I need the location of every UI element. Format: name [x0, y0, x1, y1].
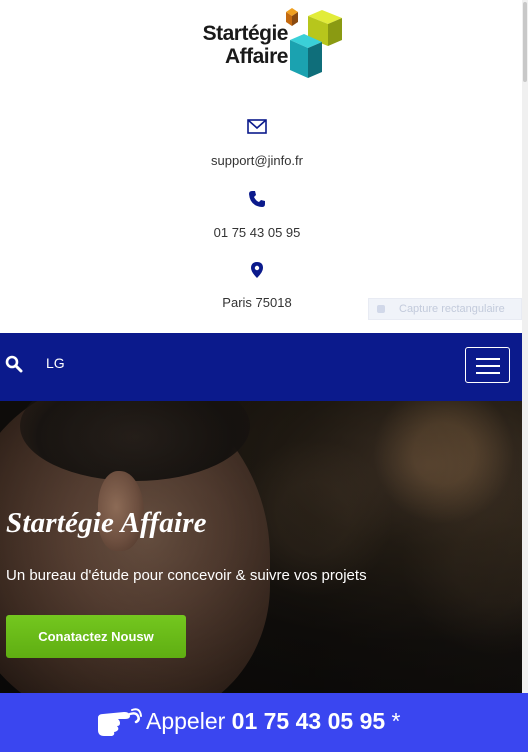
phone-icon: [0, 190, 514, 213]
navbar: LG: [0, 333, 522, 401]
scrollbar-thumb[interactable]: [523, 2, 527, 82]
contact-phone[interactable]: 01 75 43 05 95: [0, 225, 514, 240]
cubes-logo-icon: [286, 8, 342, 78]
hero-title: Startégie Affaire: [6, 507, 207, 539]
language-switcher[interactable]: LG: [46, 355, 65, 371]
call-number[interactable]: 01 75 43 05 95: [232, 708, 385, 734]
logo-line-2: Affaire: [224, 45, 289, 68]
capture-icon: [377, 305, 385, 313]
logo-line-1: Startégie: [202, 22, 289, 45]
hamburger-line: [476, 372, 500, 374]
site-logo[interactable]: Startégie Affaire: [196, 6, 346, 84]
logo-text: Startégie Affaire: [196, 22, 289, 68]
page-scrollbar[interactable]: [522, 0, 528, 752]
capture-label: Capture rectangulaire: [399, 303, 505, 315]
call-text: Appeler 01 75 43 05 95 *: [146, 708, 401, 735]
hamburger-icon: [476, 358, 500, 360]
call-prefix: Appeler: [146, 708, 226, 734]
map-pin-icon: [0, 262, 514, 283]
hero-banner: Startégie Affaire Un bureau d'étude pour…: [0, 401, 522, 693]
contact-email[interactable]: support@jinfo.fr: [0, 153, 514, 168]
capture-tool-overlay: Capture rectangulaire: [368, 298, 522, 320]
call-bar[interactable]: Appeler 01 75 43 05 95 *: [0, 693, 528, 752]
search-icon[interactable]: [5, 355, 23, 373]
pointing-hand-icon: [98, 708, 142, 736]
hero-subtitle: Un bureau d'étude pour concevoir & suivr…: [6, 567, 367, 584]
menu-toggle-button[interactable]: [465, 347, 510, 383]
call-suffix: *: [391, 708, 401, 734]
contact-us-button[interactable]: Conatactez Nousw: [6, 615, 186, 658]
hamburger-line: [476, 365, 500, 367]
envelope-icon: [0, 119, 514, 140]
page: Startégie Affaire support@jinfo.fr 01 75…: [0, 0, 522, 752]
